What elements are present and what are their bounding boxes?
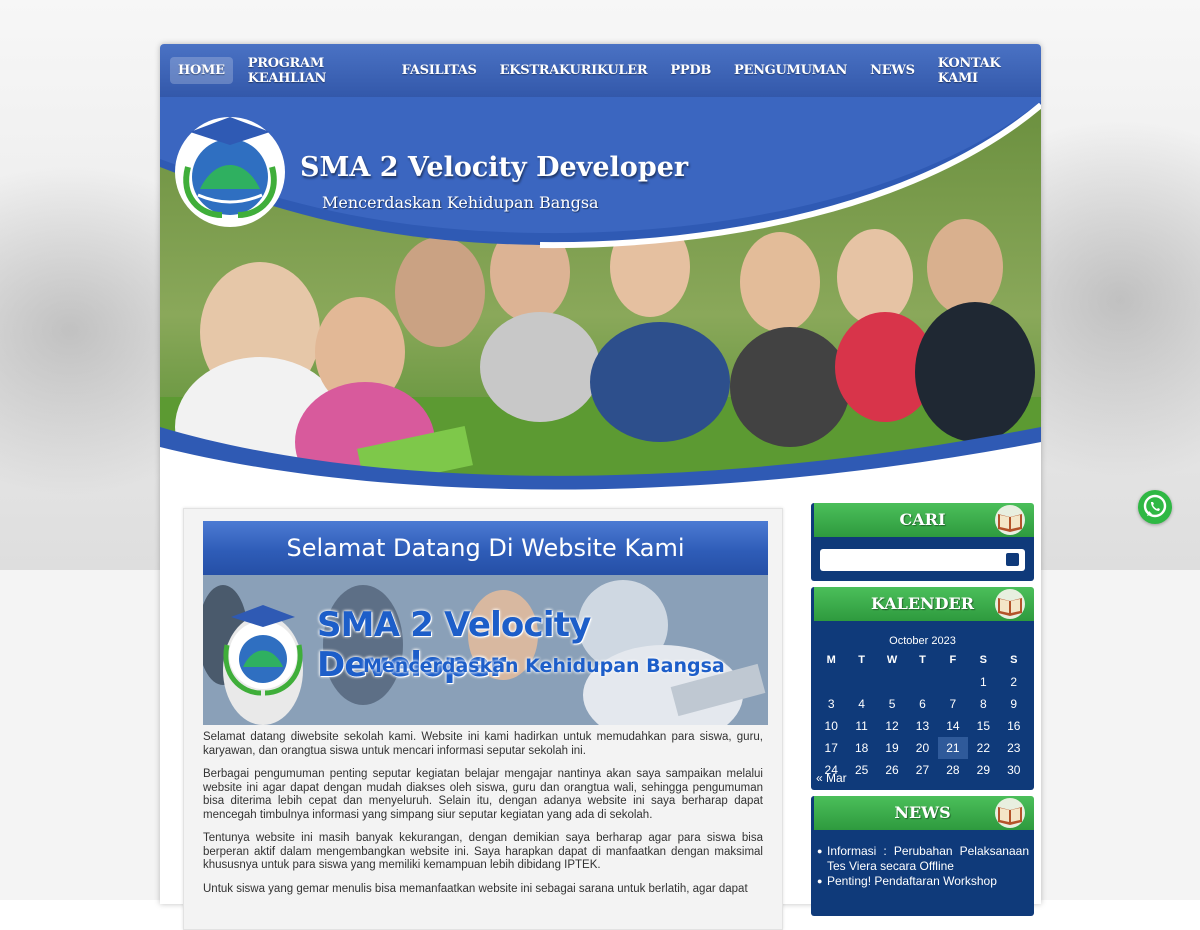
calendar-empty-cell: [877, 671, 907, 693]
calendar-day: 14: [946, 719, 960, 733]
calendar-day: 22: [976, 741, 990, 755]
search-input[interactable]: [820, 549, 1025, 571]
calendar-day: 13: [915, 719, 930, 733]
nav-home[interactable]: HOME: [170, 57, 233, 84]
paragraph: Berbagai pengumuman penting seputar kegi…: [203, 768, 763, 821]
calendar-empty-cell: [907, 671, 937, 693]
intro-text: Selamat datang diwebsite sekolah kami. W…: [203, 731, 763, 906]
search-icon[interactable]: [1006, 553, 1019, 566]
nav-fasilitas[interactable]: FASILITAS: [394, 57, 485, 84]
calendar-day: 4: [858, 697, 865, 711]
paragraph: Untuk siswa yang gemar menulis bisa mema…: [203, 882, 748, 895]
calendar-day: 16: [1007, 719, 1021, 733]
calendar-day: 27: [915, 763, 930, 777]
calendar-weekday: S: [1010, 654, 1018, 666]
calendar-day: 30: [1007, 763, 1021, 777]
calendar-day: 21: [937, 737, 969, 759]
news-item[interactable]: Penting! Pendaftaran Workshop: [817, 874, 1029, 889]
nav-pengumuman[interactable]: PENGUMUMAN: [726, 57, 855, 84]
calendar-table: MTWTFSS 1 2 3 4 5 6 7 8 9 10 11 12 13 14 15 16 17 18 19 20 2…: [816, 649, 1029, 781]
calendar-day: 29: [976, 763, 990, 777]
calendar-day: 20: [915, 741, 930, 755]
calendar-week: 12: [816, 671, 1029, 693]
nav-ekstrakurikuler[interactable]: EKSTRAKURIKULER: [492, 57, 656, 84]
calendar-day: 15: [976, 719, 990, 733]
widget-header: CARI: [811, 503, 1034, 537]
school-banner: SMA 2 Velocity Developer Mencerdaskan Ke…: [203, 575, 768, 725]
site-title: SMA 2 Velocity Developer: [300, 152, 689, 183]
calendar-empty-cell: [816, 671, 846, 693]
calendar-caption: October 2023: [889, 635, 956, 647]
calendar-day: 7: [949, 697, 957, 711]
book-icon: [995, 798, 1025, 828]
calendar-weekday: M: [826, 654, 836, 666]
calendar-day: 5: [888, 697, 896, 711]
main-content: Selamat Datang Di Website Kami SMA 2 Vel…: [183, 508, 783, 930]
calendar-week: 10 11 12 13 14 15 16: [816, 715, 1029, 737]
calendar-day: 2: [1010, 675, 1018, 689]
calendar-day: 17: [824, 741, 838, 755]
calendar-empty-cell: [938, 671, 968, 693]
widget-header: KALENDER: [811, 587, 1034, 621]
calendar-day: 1: [979, 675, 987, 689]
main-nav: HOME PROGRAM KEAHLIAN FASILITAS EKSTRAKU…: [160, 44, 1041, 97]
nav-ppdb[interactable]: PPDB: [662, 57, 719, 84]
header-banner: SMA 2 Velocity Developer Mencerdaskan Ke…: [160, 97, 1041, 494]
banner-tagline: Mencerdaskan Kehidupan Bangsa: [363, 655, 725, 677]
news-list: Informasi : Perubahan Pelaksanaan Tes Vi…: [817, 844, 1029, 889]
calendar-widget: KALENDER October 2023 MTWTFSS 1234567891…: [811, 587, 1034, 790]
calendar-weekday: S: [979, 654, 987, 666]
search-widget: CARI: [811, 503, 1034, 581]
whatsapp-icon: [1143, 494, 1167, 518]
news-item[interactable]: Informasi : Perubahan Pelaksanaan Tes Vi…: [817, 844, 1029, 874]
site-tagline: Mencerdaskan Kehidupan Bangsa: [322, 193, 599, 212]
book-icon: [995, 505, 1025, 535]
calendar-day: 25: [854, 763, 869, 777]
calendar-day: 12: [885, 719, 899, 733]
calendar-weekday: W: [886, 654, 898, 666]
calendar-week: 17 18 19 20 21 22 23: [816, 737, 1029, 759]
calendar-day: 11: [855, 719, 868, 733]
page-container: HOME PROGRAM KEAHLIAN FASILITAS EKSTRAKU…: [160, 44, 1041, 930]
calendar-week: 24 25 26 27 28 29 30: [816, 759, 1029, 781]
calendar-day: 23: [1007, 741, 1021, 755]
calendar-empty-cell: [846, 671, 876, 693]
nav-news[interactable]: NEWS: [862, 57, 923, 84]
calendar-day: 8: [979, 697, 987, 711]
paragraph: Tentunya website ini masih banyak kekura…: [203, 832, 763, 871]
calendar-week: 3 4 5 6 7 8 9: [816, 693, 1029, 715]
nav-kontak-kami[interactable]: KONTAK KAMI: [930, 50, 1034, 92]
whatsapp-button[interactable]: [1138, 490, 1172, 524]
calendar-prev-link[interactable]: « Mar: [816, 771, 847, 785]
calendar-day: 10: [824, 719, 838, 733]
news-widget: NEWS Informasi : Perubahan Pelaksanaan T…: [811, 796, 1034, 916]
calendar-weekday: T: [919, 654, 926, 666]
calendar-day: 9: [1010, 697, 1018, 711]
calendar-day: 19: [885, 741, 899, 755]
book-icon: [995, 589, 1025, 619]
calendar-day: 6: [919, 697, 926, 711]
widget-header: NEWS: [811, 796, 1034, 830]
calendar-day: 3: [827, 697, 835, 711]
calendar-weekday: F: [949, 654, 957, 666]
paragraph: Selamat datang diwebsite sekolah kami. W…: [203, 731, 763, 757]
calendar-weekday: T: [858, 654, 865, 666]
calendar-day: 28: [946, 763, 960, 777]
calendar-day: 26: [885, 763, 899, 777]
nav-program-keahlian[interactable]: PROGRAM KEAHLIAN: [240, 50, 387, 92]
calendar-day: 18: [854, 741, 869, 755]
welcome-heading: Selamat Datang Di Website Kami: [203, 521, 768, 575]
